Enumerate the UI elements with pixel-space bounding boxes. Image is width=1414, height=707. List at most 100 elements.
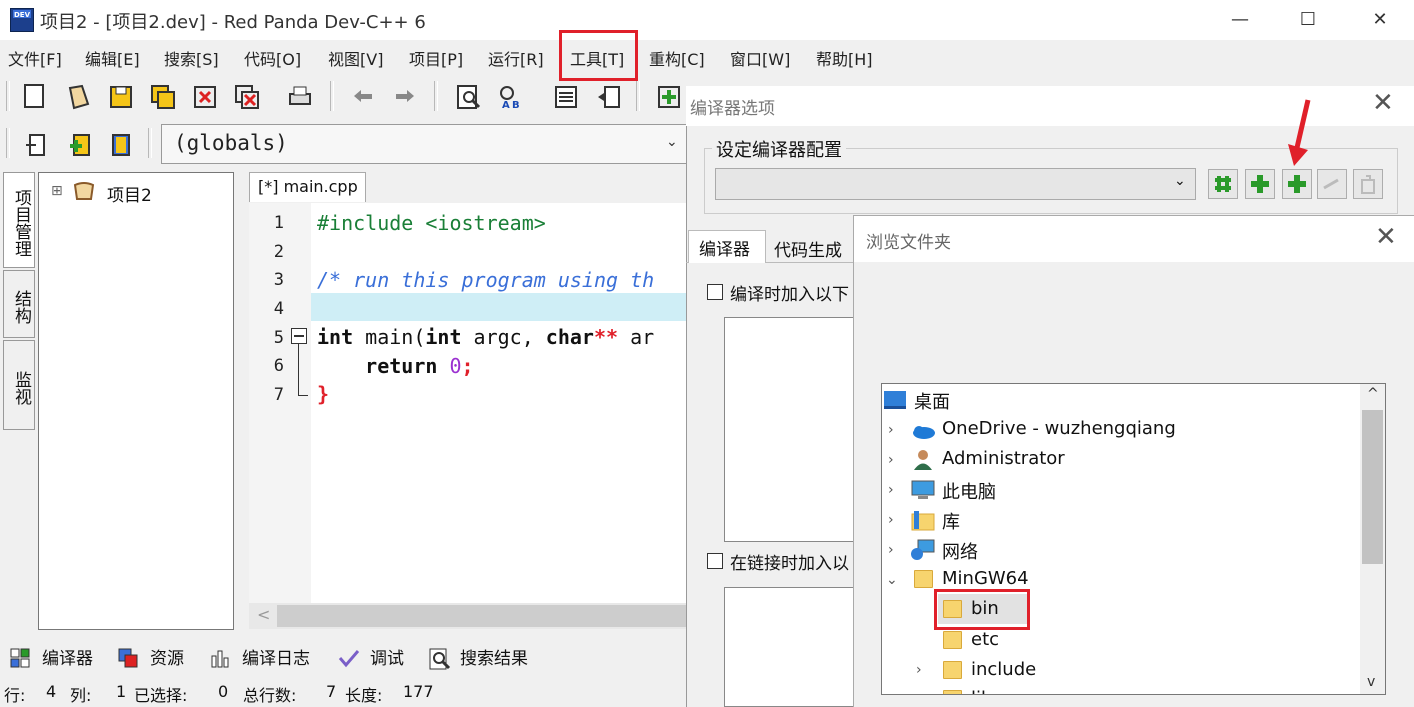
tree-item-this-pc[interactable]: 此电脑 bbox=[942, 478, 996, 504]
scroll-left-icon[interactable]: < bbox=[257, 605, 270, 624]
menu-help[interactable]: 帮助[H] bbox=[816, 46, 873, 70]
scroll-thumb[interactable] bbox=[1362, 410, 1383, 564]
minimize-button[interactable]: — bbox=[1220, 6, 1260, 34]
indent-icon[interactable] bbox=[553, 84, 579, 110]
menu-window[interactable]: 窗口[W] bbox=[730, 46, 790, 70]
link-options-checkbox[interactable] bbox=[707, 553, 723, 569]
tab-compiler[interactable]: 编译器 bbox=[688, 230, 766, 263]
tree-item-include[interactable]: include bbox=[971, 659, 1036, 680]
tree-item-library[interactable]: 库 bbox=[942, 508, 960, 534]
expand-icon[interactable]: ⊞ bbox=[51, 183, 63, 199]
keyword-char: char bbox=[545, 325, 594, 349]
add-compiler-button[interactable] bbox=[1245, 169, 1275, 199]
svg-text:A: A bbox=[502, 100, 510, 110]
chevron-right-icon[interactable]: › bbox=[888, 542, 894, 558]
compile-options-textarea[interactable] bbox=[724, 317, 864, 542]
close-file-icon[interactable] bbox=[192, 84, 218, 110]
menu-view[interactable]: 视图[V] bbox=[328, 46, 383, 70]
menu-search[interactable]: 搜索[S] bbox=[164, 46, 219, 70]
chevron-down-icon[interactable]: ⌄ bbox=[886, 572, 898, 588]
compiler-config-select[interactable]: ⌄ bbox=[715, 168, 1196, 200]
tree-item-etc[interactable]: etc bbox=[971, 629, 999, 650]
scroll-down-icon[interactable]: v bbox=[1367, 674, 1375, 690]
chevron-right-icon[interactable]: › bbox=[916, 662, 922, 678]
find-icon[interactable] bbox=[456, 84, 482, 110]
tab-search-results[interactable]: 搜索结果 bbox=[460, 644, 528, 669]
project-options-icon[interactable] bbox=[24, 132, 50, 158]
close-button[interactable]: ✕ bbox=[1360, 6, 1400, 34]
code-line-6: return 0; bbox=[317, 354, 474, 378]
menu-edit[interactable]: 编辑[E] bbox=[85, 46, 140, 70]
code-editor[interactable] bbox=[311, 203, 691, 603]
replace-icon[interactable]: AB bbox=[497, 84, 523, 111]
tab-main-cpp[interactable]: [*] main.cpp bbox=[249, 172, 366, 202]
scroll-thumb[interactable] bbox=[277, 605, 687, 627]
tree-item-onedrive[interactable]: OneDrive - wuzhengqiang bbox=[942, 418, 1176, 439]
tab-watch[interactable]: 监视 bbox=[3, 340, 35, 430]
menu-project[interactable]: 项目[P] bbox=[409, 46, 463, 70]
tab-project-manager[interactable]: 项目管理 bbox=[3, 172, 35, 268]
tab-structure[interactable]: 结构 bbox=[3, 270, 35, 338]
scope-dropdown[interactable]: (globals) ⌄ bbox=[161, 124, 691, 164]
chevron-right-icon[interactable]: › bbox=[888, 422, 894, 438]
project-name[interactable]: 项目2 bbox=[107, 181, 152, 206]
status-sel: 0 bbox=[218, 682, 229, 701]
undo-icon[interactable] bbox=[350, 84, 376, 110]
dialog-close-button[interactable]: ✕ bbox=[1375, 222, 1397, 252]
tab-debug[interactable]: 调试 bbox=[370, 644, 404, 669]
tree-item-desktop[interactable]: 桌面 bbox=[914, 388, 950, 414]
status-sel-label: 已选择: bbox=[134, 686, 188, 705]
unindent-icon[interactable] bbox=[596, 84, 622, 110]
tree-item-network[interactable]: 网络 bbox=[942, 538, 978, 564]
scroll-up-icon[interactable]: ^ bbox=[1367, 386, 1379, 402]
menu-refactor[interactable]: 重构[C] bbox=[649, 46, 705, 70]
book-icon[interactable] bbox=[108, 132, 134, 158]
compile-options-checkbox[interactable] bbox=[707, 284, 723, 300]
close-all-icon[interactable] bbox=[234, 84, 260, 110]
status-total: 7 bbox=[326, 682, 337, 701]
add-compiler-from-folder-button[interactable] bbox=[1282, 169, 1312, 199]
menu-code[interactable]: 代码[O] bbox=[244, 46, 301, 70]
code-line-7: } bbox=[317, 382, 330, 406]
project-tree-panel: ⊞ 项目2 bbox=[38, 172, 234, 630]
link-options-textarea[interactable] bbox=[724, 587, 864, 707]
tab-compiler-output[interactable]: 编译器 bbox=[42, 644, 93, 669]
fold-toggle-icon[interactable] bbox=[291, 328, 307, 344]
debug-check-icon bbox=[338, 648, 360, 668]
tree-item-administrator[interactable]: Administrator bbox=[942, 448, 1065, 469]
dialog-close-button[interactable]: ✕ bbox=[1372, 88, 1394, 118]
compile-options-label: 编译时加入以下 bbox=[730, 285, 849, 305]
search-compiler-button[interactable] bbox=[1208, 169, 1238, 199]
menu-run[interactable]: 运行[R] bbox=[488, 46, 544, 70]
tree-item-mingw64[interactable]: MinGW64 bbox=[942, 568, 1029, 589]
menu-file[interactable]: 文件[F] bbox=[8, 46, 62, 70]
code-line-5: int main(int argc, char** ar bbox=[317, 325, 691, 349]
delete-compiler-button[interactable] bbox=[1353, 169, 1383, 199]
tree-item-lib[interactable]: lib bbox=[971, 688, 992, 694]
chevron-right-icon[interactable]: › bbox=[888, 482, 894, 498]
tab-resources[interactable]: 资源 bbox=[150, 644, 184, 669]
folder-icon bbox=[943, 631, 962, 649]
chevron-right-icon[interactable]: › bbox=[888, 512, 894, 528]
tab-code-generation[interactable]: 代码生成 bbox=[774, 236, 842, 261]
semicolon: ; bbox=[461, 354, 474, 378]
tab-compile-log[interactable]: 编译日志 bbox=[242, 644, 310, 669]
add-file-icon[interactable] bbox=[66, 132, 92, 158]
line-number: 1 bbox=[273, 213, 284, 233]
new-file-icon[interactable] bbox=[24, 84, 44, 108]
rename-compiler-button[interactable] bbox=[1317, 169, 1347, 199]
save-icon[interactable] bbox=[108, 84, 134, 110]
status-len: 177 bbox=[403, 682, 434, 701]
arg: argc, bbox=[461, 325, 546, 349]
open-file-icon[interactable] bbox=[66, 84, 92, 110]
fold-line bbox=[298, 343, 299, 395]
print-icon[interactable] bbox=[287, 84, 313, 110]
add-to-project-icon[interactable] bbox=[656, 84, 682, 110]
redo-icon[interactable] bbox=[392, 84, 418, 110]
status-total-label: 总行数: bbox=[243, 686, 297, 705]
horizontal-scrollbar[interactable]: < bbox=[249, 603, 691, 629]
maximize-button[interactable]: ☐ bbox=[1288, 6, 1328, 34]
line-number: 7 bbox=[273, 385, 284, 405]
save-all-icon[interactable] bbox=[150, 84, 176, 110]
chevron-right-icon[interactable]: › bbox=[888, 452, 894, 468]
